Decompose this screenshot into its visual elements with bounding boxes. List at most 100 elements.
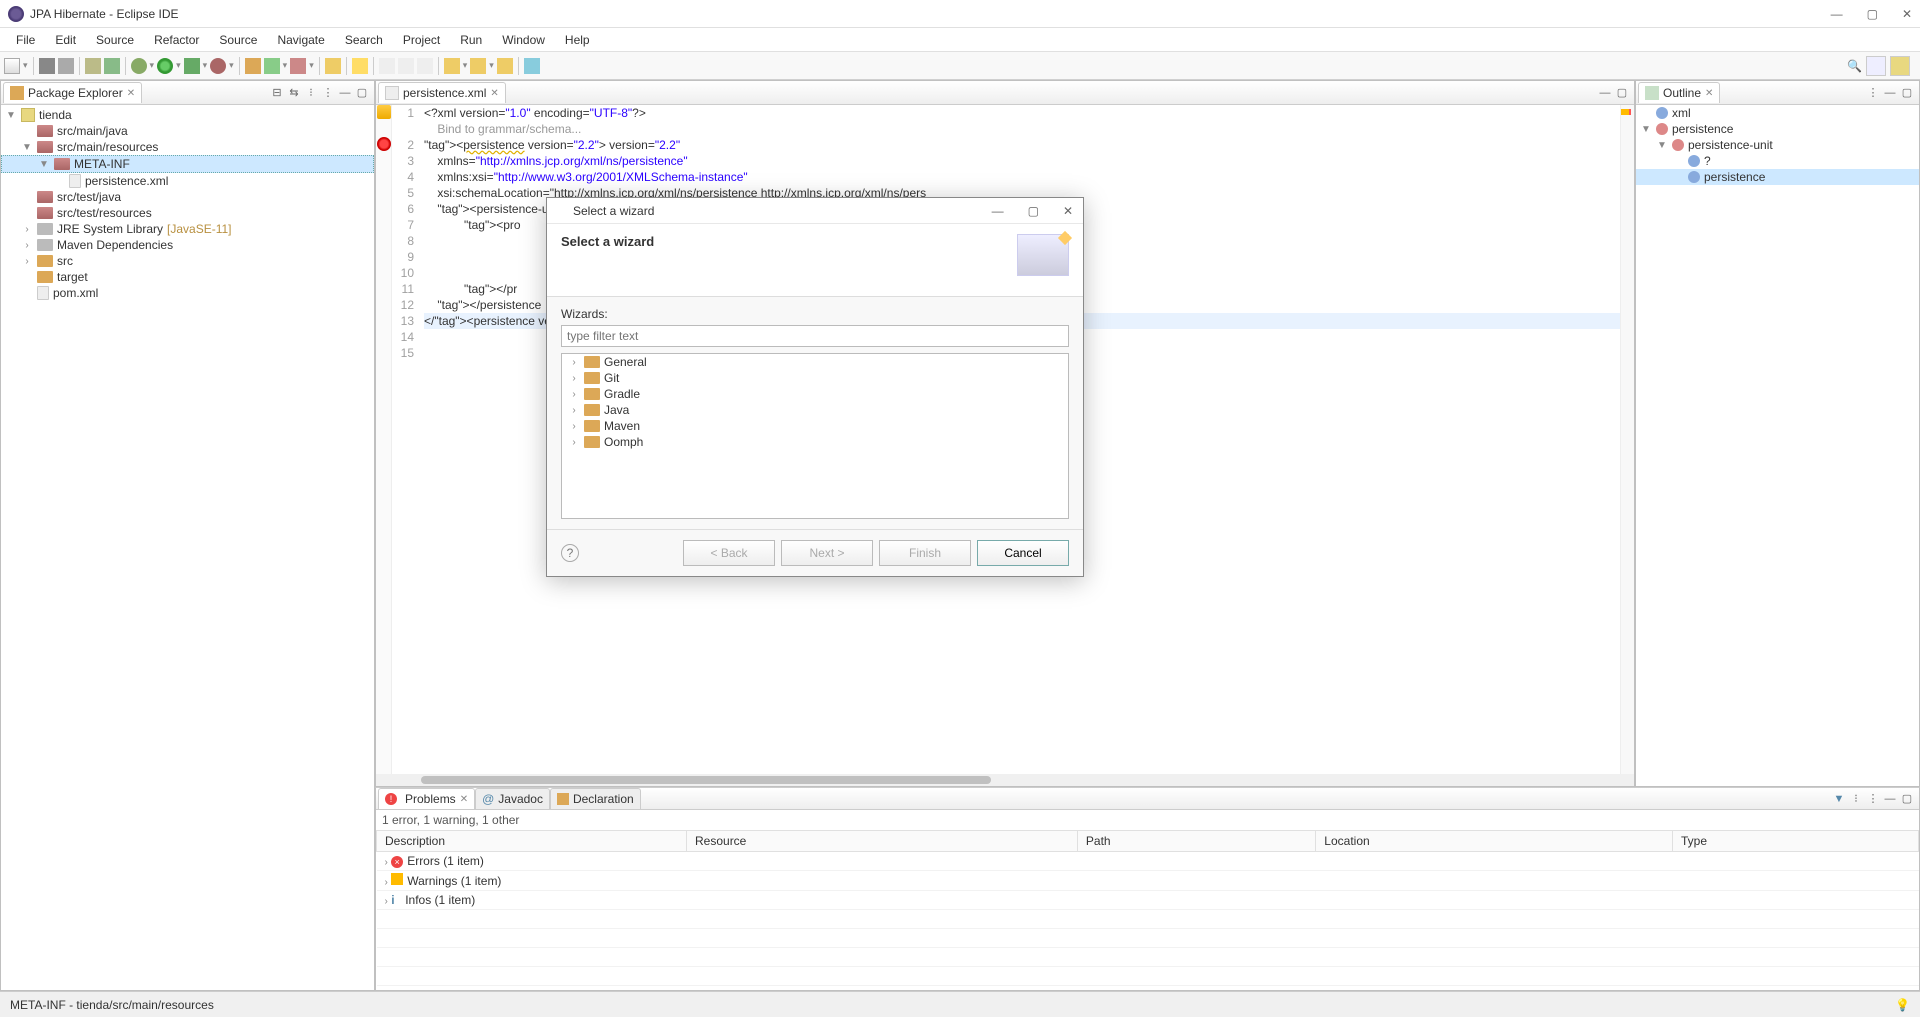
dialog-maximize-icon[interactable]: ▢: [1024, 204, 1043, 218]
coverage-button[interactable]: [184, 58, 200, 74]
wizard-category[interactable]: ›Maven: [562, 418, 1068, 434]
c-button[interactable]: [417, 58, 433, 74]
tree-item[interactable]: target: [1, 269, 374, 285]
close-icon[interactable]: ✕: [1705, 88, 1713, 99]
wizard-tree[interactable]: ›General›Git›Gradle›Java›Maven›Oomph: [561, 353, 1069, 519]
menu-refactor[interactable]: Refactor: [144, 30, 209, 50]
undo-button[interactable]: [85, 58, 101, 74]
b-button[interactable]: [398, 58, 414, 74]
outline-item[interactable]: xml: [1636, 105, 1919, 121]
minimize-view-icon[interactable]: —: [338, 86, 352, 100]
problems-tab[interactable]: ! Problems ✕: [378, 788, 475, 809]
finish-button[interactable]: Finish: [879, 540, 971, 566]
quick-access-icon[interactable]: 🔍: [1847, 59, 1862, 73]
tree-item[interactable]: src/main/java: [1, 123, 374, 139]
javadoc-tab[interactable]: @ Javadoc: [475, 788, 550, 809]
editor-tab[interactable]: persistence.xml ✕: [378, 82, 506, 103]
view-menu-icon[interactable]: ⋮: [1866, 86, 1880, 100]
maximize-view-icon[interactable]: ▢: [1900, 792, 1914, 806]
view-menu-icon[interactable]: ⋮: [321, 86, 335, 100]
focus-icon[interactable]: ⁝: [304, 86, 318, 100]
tree-item[interactable]: persistence.xml: [1, 173, 374, 189]
editor-hscrollbar[interactable]: [376, 774, 1634, 786]
menu-help[interactable]: Help: [555, 30, 600, 50]
wizard-category[interactable]: ›General: [562, 354, 1068, 370]
outline-item[interactable]: ▼persistence-unit: [1636, 137, 1919, 153]
toggle-mark-button[interactable]: [352, 58, 368, 74]
cancel-button[interactable]: Cancel: [977, 540, 1069, 566]
dialog-titlebar[interactable]: Select a wizard — ▢ ✕: [547, 198, 1083, 224]
filter-icon[interactable]: ▼: [1832, 792, 1846, 806]
maximize-view-icon[interactable]: ▢: [1900, 86, 1914, 100]
pin-editor-button[interactable]: [524, 58, 540, 74]
menu-run[interactable]: Run: [450, 30, 492, 50]
tree-item[interactable]: src/test/java: [1, 189, 374, 205]
warning-marker[interactable]: [377, 105, 391, 119]
problems-row[interactable]: › iInfos (1 item): [377, 891, 1919, 910]
menu-project[interactable]: Project: [393, 30, 450, 50]
outline-tree[interactable]: xml▼persistence▼persistence-unit ? persi…: [1636, 105, 1919, 185]
minimize-editor-icon[interactable]: —: [1598, 86, 1612, 100]
java-perspective-button[interactable]: [1890, 56, 1910, 76]
outline-tab[interactable]: Outline ✕: [1638, 82, 1720, 103]
run-button[interactable]: [157, 58, 173, 74]
minimize-view-icon[interactable]: —: [1883, 86, 1897, 100]
close-icon[interactable]: ✕: [460, 794, 468, 805]
search-button[interactable]: [325, 58, 341, 74]
next-button[interactable]: Next >: [781, 540, 873, 566]
tree-item[interactable]: ▼tienda: [1, 107, 374, 123]
save-button[interactable]: [39, 58, 55, 74]
package-explorer-tab[interactable]: Package Explorer ✕: [3, 82, 142, 103]
nav-back-button[interactable]: [444, 58, 460, 74]
menu-window[interactable]: Window: [492, 30, 555, 50]
close-icon[interactable]: ✕: [490, 88, 498, 99]
new-class-button[interactable]: [264, 58, 280, 74]
close-icon[interactable]: ✕: [1902, 7, 1912, 21]
tree-item[interactable]: ›src: [1, 253, 374, 269]
maximize-view-icon[interactable]: ▢: [355, 86, 369, 100]
close-icon[interactable]: ✕: [127, 88, 135, 99]
focus-icon[interactable]: ⁝: [1849, 792, 1863, 806]
outline-item[interactable]: ?: [1636, 153, 1919, 169]
a-button[interactable]: [379, 58, 395, 74]
new-button[interactable]: [4, 58, 20, 74]
dialog-minimize-icon[interactable]: —: [988, 204, 1008, 218]
scrollbar-thumb[interactable]: [421, 776, 991, 784]
view-menu-icon[interactable]: ⋮: [1866, 792, 1880, 806]
minimize-view-icon[interactable]: —: [1883, 792, 1897, 806]
maximize-icon[interactable]: ▢: [1867, 7, 1878, 21]
wizard-category[interactable]: ›Java: [562, 402, 1068, 418]
problems-row[interactable]: › Warnings (1 item): [377, 871, 1919, 891]
menu-search[interactable]: Search: [335, 30, 393, 50]
problems-table[interactable]: DescriptionResourcePathLocationType › ×E…: [376, 830, 1919, 1005]
menu-source2[interactable]: Source: [209, 30, 267, 50]
link-editor-icon[interactable]: ⇆: [287, 86, 301, 100]
menu-file[interactable]: File: [6, 30, 45, 50]
collapse-all-icon[interactable]: ⊟: [270, 86, 284, 100]
last-edit-button[interactable]: [497, 58, 513, 74]
tree-item[interactable]: ›JRE System Library [JavaSE-11]: [1, 221, 374, 237]
error-marker[interactable]: [377, 137, 391, 151]
dialog-close-icon[interactable]: ✕: [1059, 204, 1077, 218]
open-perspective-button[interactable]: [1866, 56, 1886, 76]
wizard-filter-input[interactable]: [561, 325, 1069, 347]
menu-source[interactable]: Source: [86, 30, 144, 50]
wizard-category[interactable]: ›Oomph: [562, 434, 1068, 450]
menu-edit[interactable]: Edit: [45, 30, 86, 50]
package-explorer-tree[interactable]: ▼tienda src/main/java▼src/main/resources…: [1, 105, 374, 990]
tree-item[interactable]: ▼META-INF: [1, 155, 374, 173]
new-package-button[interactable]: [245, 58, 261, 74]
wizard-category[interactable]: ›Git: [562, 370, 1068, 386]
tree-item[interactable]: pom.xml: [1, 285, 374, 301]
ext-tools-button[interactable]: [210, 58, 226, 74]
help-icon[interactable]: ?: [561, 544, 579, 562]
save-all-button[interactable]: [58, 58, 74, 74]
tip-icon[interactable]: 💡: [1895, 998, 1910, 1012]
back-button[interactable]: < Back: [683, 540, 775, 566]
new-test-button[interactable]: [290, 58, 306, 74]
outline-item[interactable]: ▼persistence: [1636, 121, 1919, 137]
problems-row[interactable]: › ×Errors (1 item): [377, 852, 1919, 871]
tree-item[interactable]: ›Maven Dependencies: [1, 237, 374, 253]
overview-ruler[interactable]: [1620, 105, 1634, 774]
tree-item[interactable]: src/test/resources: [1, 205, 374, 221]
